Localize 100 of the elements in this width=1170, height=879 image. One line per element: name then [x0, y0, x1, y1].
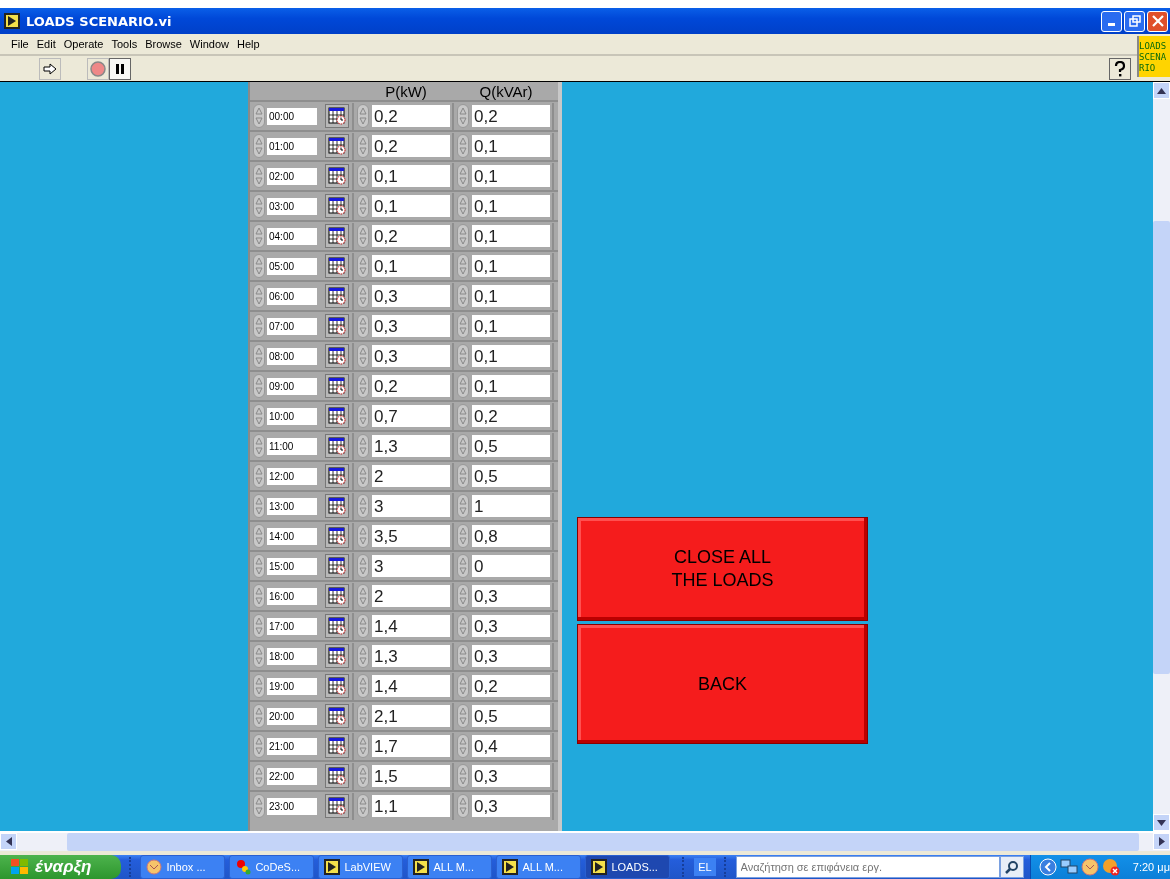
- taskbar-button[interactable]: LabVIEW: [318, 855, 404, 879]
- number-field[interactable]: 0,7: [372, 405, 450, 427]
- taskbar-button[interactable]: ALL M...: [496, 855, 582, 879]
- time-field[interactable]: 15:00: [267, 557, 317, 575]
- number-field[interactable]: 0,1: [372, 195, 450, 217]
- number-field[interactable]: 0,5: [472, 465, 550, 487]
- number-field[interactable]: 1,3: [372, 435, 450, 457]
- spinner[interactable]: [357, 104, 369, 128]
- spinner[interactable]: [457, 164, 469, 188]
- number-field[interactable]: 0,1: [372, 255, 450, 277]
- taskbar-button[interactable]: LOADS...: [585, 855, 671, 879]
- spinner[interactable]: [357, 614, 369, 638]
- spinner[interactable]: [357, 494, 369, 518]
- taskbar-button[interactable]: Inbox ...: [140, 855, 226, 879]
- spinner[interactable]: [357, 254, 369, 278]
- restore-button[interactable]: [1124, 10, 1145, 32]
- calendar-button[interactable]: [325, 284, 349, 308]
- spinner[interactable]: [357, 134, 369, 158]
- spinner[interactable]: [357, 164, 369, 188]
- time-field[interactable]: 16:00: [267, 587, 317, 605]
- number-field[interactable]: 0,2: [472, 405, 550, 427]
- spinner[interactable]: [357, 374, 369, 398]
- number-field[interactable]: 1,3: [372, 645, 450, 667]
- spinner[interactable]: [457, 554, 469, 578]
- spinner[interactable]: [253, 704, 265, 728]
- time-field[interactable]: 22:00: [267, 767, 317, 785]
- network-icon[interactable]: [1059, 858, 1078, 876]
- number-field[interactable]: 0,1: [472, 135, 550, 157]
- number-field[interactable]: 3: [372, 555, 450, 577]
- number-field[interactable]: 0,1: [472, 165, 550, 187]
- spinner[interactable]: [457, 434, 469, 458]
- number-field[interactable]: 1: [472, 495, 550, 517]
- calendar-button[interactable]: [325, 404, 349, 428]
- menu-item[interactable]: File: [11, 38, 29, 50]
- number-field[interactable]: 0,1: [472, 345, 550, 367]
- spinner[interactable]: [357, 524, 369, 548]
- time-field[interactable]: 00:00: [267, 107, 317, 125]
- calendar-button[interactable]: [325, 584, 349, 608]
- alert-icon[interactable]: [1101, 858, 1120, 876]
- spinner[interactable]: [457, 494, 469, 518]
- number-field[interactable]: 0,2: [372, 225, 450, 247]
- spinner[interactable]: [357, 734, 369, 758]
- spinner[interactable]: [457, 524, 469, 548]
- calendar-button[interactable]: [325, 554, 349, 578]
- spinner[interactable]: [457, 254, 469, 278]
- time-field[interactable]: 09:00: [267, 377, 317, 395]
- calendar-button[interactable]: [325, 134, 349, 158]
- spinner[interactable]: [457, 314, 469, 338]
- spinner[interactable]: [457, 644, 469, 668]
- horizontal-scrollbar[interactable]: [0, 831, 1170, 851]
- spinner[interactable]: [457, 674, 469, 698]
- spinner[interactable]: [457, 584, 469, 608]
- spinner[interactable]: [253, 494, 265, 518]
- vertical-scrollbar[interactable]: [1153, 82, 1170, 831]
- calendar-button[interactable]: [325, 344, 349, 368]
- spinner[interactable]: [357, 704, 369, 728]
- spinner[interactable]: [357, 554, 369, 578]
- spinner[interactable]: [253, 344, 265, 368]
- menu-item[interactable]: Tools: [111, 38, 138, 50]
- menu-item[interactable]: Browse: [145, 38, 182, 50]
- calendar-button[interactable]: [325, 224, 349, 248]
- number-field[interactable]: 0,2: [372, 375, 450, 397]
- time-field[interactable]: 07:00: [267, 317, 317, 335]
- spinner[interactable]: [457, 404, 469, 428]
- time-field[interactable]: 05:00: [267, 257, 317, 275]
- calendar-button[interactable]: [325, 614, 349, 638]
- number-field[interactable]: 0,3: [472, 765, 550, 787]
- spinner[interactable]: [253, 224, 265, 248]
- spinner[interactable]: [457, 794, 469, 818]
- number-field[interactable]: 0,4: [472, 735, 550, 757]
- number-field[interactable]: 3: [372, 495, 450, 517]
- number-field[interactable]: 1,4: [372, 675, 450, 697]
- time-field[interactable]: 19:00: [267, 677, 317, 695]
- calendar-button[interactable]: [325, 494, 349, 518]
- spinner[interactable]: [357, 314, 369, 338]
- spinner[interactable]: [457, 104, 469, 128]
- spinner[interactable]: [253, 764, 265, 788]
- spinner[interactable]: [357, 284, 369, 308]
- spinner[interactable]: [253, 734, 265, 758]
- time-field[interactable]: 08:00: [267, 347, 317, 365]
- spinner[interactable]: [253, 404, 265, 428]
- calendar-button[interactable]: [325, 164, 349, 188]
- time-field[interactable]: 13:00: [267, 497, 317, 515]
- back-button[interactable]: BACK: [577, 624, 868, 744]
- number-field[interactable]: 0,5: [472, 705, 550, 727]
- number-field[interactable]: 0,2: [372, 105, 450, 127]
- calendar-button[interactable]: [325, 704, 349, 728]
- number-field[interactable]: 0,3: [472, 795, 550, 817]
- calendar-button[interactable]: [325, 674, 349, 698]
- number-field[interactable]: 0,1: [372, 165, 450, 187]
- time-field[interactable]: 03:00: [267, 197, 317, 215]
- left-arrow-icon[interactable]: [5, 837, 12, 846]
- time-field[interactable]: 11:00: [267, 437, 317, 455]
- taskbar-button[interactable]: CoDeS...: [229, 855, 315, 879]
- number-field[interactable]: 0,2: [472, 105, 550, 127]
- search-field[interactable]: Αναζήτηση σε επιφάνεια εργ.: [735, 856, 1001, 878]
- run-button[interactable]: [39, 57, 61, 80]
- spinner[interactable]: [357, 404, 369, 428]
- menu-item[interactable]: Operate: [63, 38, 104, 50]
- calendar-button[interactable]: [325, 104, 349, 128]
